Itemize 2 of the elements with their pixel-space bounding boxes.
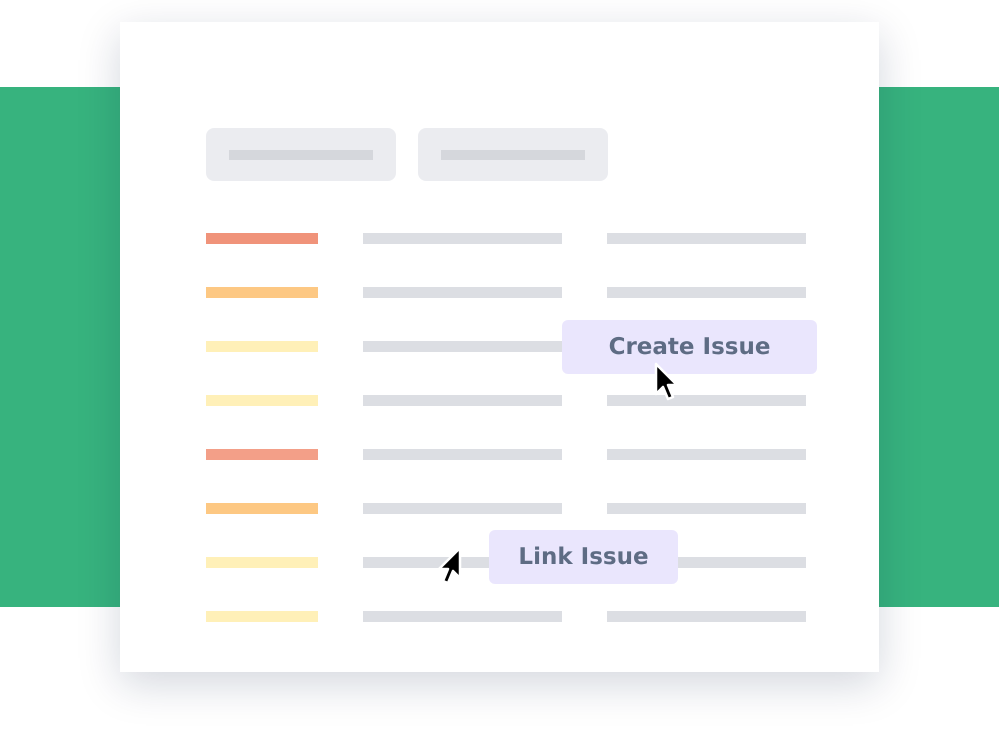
action-button[interactable]: Create Issue	[562, 320, 817, 374]
action-button[interactable]: Link Issue	[489, 530, 678, 584]
